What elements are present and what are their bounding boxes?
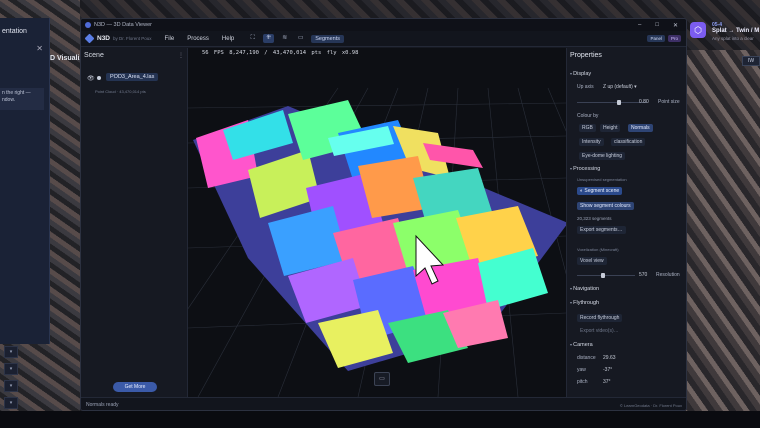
point-size-label: Point size bbox=[658, 99, 680, 105]
menu-file[interactable]: File bbox=[165, 36, 175, 42]
fit-view-icon[interactable]: ⛶ bbox=[247, 34, 258, 43]
background-app-button[interactable]: IW bbox=[742, 56, 760, 66]
app-author: by Dr. Florent Poux bbox=[113, 36, 152, 41]
panel-toggle-icon[interactable]: ▭ bbox=[295, 34, 306, 43]
section-flythrough[interactable]: Flythrough bbox=[570, 300, 599, 306]
presentation-title: entation bbox=[2, 28, 27, 35]
section-navigation[interactable]: Navigation bbox=[570, 286, 599, 292]
menu-help[interactable]: Help bbox=[222, 36, 234, 42]
more-icon[interactable]: ⋮ bbox=[178, 52, 184, 59]
taskbar bbox=[0, 411, 760, 428]
presentation-visual-heading: D Visualiz bbox=[50, 55, 83, 62]
segments-count: 20,323 segments bbox=[577, 216, 612, 221]
properties-title: Properties bbox=[570, 52, 602, 59]
scene-file-item[interactable]: POD3_Area_4.las bbox=[106, 73, 159, 81]
viewport-toggle-button[interactable]: ▭ bbox=[374, 372, 390, 386]
notification-subtitle: Any splat into a clear bbox=[712, 36, 754, 41]
pro-badge[interactable]: Pro bbox=[667, 35, 681, 42]
resolution-knob[interactable] bbox=[601, 273, 606, 278]
surface-mode-icon[interactable]: ≋ bbox=[279, 34, 290, 43]
get-more-button[interactable]: Get More bbox=[113, 382, 157, 392]
desktop-right-backdrop bbox=[686, 50, 760, 428]
window-title: N3D — 3D Data Viewer bbox=[94, 22, 152, 28]
colour-normals-button[interactable]: Normals bbox=[628, 124, 653, 132]
fps-counter: 56 FPS bbox=[202, 50, 224, 56]
up-axis-label: Up axis bbox=[577, 84, 594, 90]
segment-scene-button[interactable]: ◐ Segment scene bbox=[577, 187, 623, 195]
point-size-knob[interactable] bbox=[617, 100, 621, 105]
properties-panel: Properties Display Up axis Z up (default… bbox=[566, 48, 686, 397]
colour-height-button[interactable]: Height bbox=[600, 124, 621, 132]
dock-button[interactable]: ▾ bbox=[4, 380, 18, 392]
copyright: © LearnGeodata · Dr. Florent Poux bbox=[619, 403, 682, 408]
notification-title: Splat → Twin / M bbox=[712, 28, 760, 34]
eye-dome-lighting-toggle[interactable]: Eye-dome lighting bbox=[579, 152, 626, 160]
resolution-value: 570 bbox=[639, 272, 648, 278]
point-counter: 8,247,190 / 43,470,014 pts bbox=[229, 50, 322, 56]
section-display[interactable]: Display bbox=[570, 71, 591, 77]
notification-card[interactable]: ⬡ 05-4 Splat → Twin / M Any splat into a… bbox=[688, 20, 760, 46]
visibility-eye-icon[interactable]: 👁 bbox=[87, 75, 95, 82]
menu-process[interactable]: Process bbox=[187, 36, 209, 42]
voxel-view-toggle[interactable]: Voxel view bbox=[577, 257, 607, 265]
point-cloud-blocks bbox=[193, 100, 566, 371]
scene-panel: Scene ⋮ 👁 POD3_Area_4.las Point Cloud · … bbox=[81, 48, 188, 397]
camera-pitch-value: 37° bbox=[603, 379, 611, 385]
colour-intensity-button[interactable]: Intensity bbox=[579, 138, 604, 146]
colour-by-label: Colour by bbox=[577, 113, 599, 119]
dock-button[interactable]: ▾ bbox=[4, 346, 18, 358]
colour-classification-button[interactable]: classification bbox=[611, 138, 646, 146]
menubar: N3D by Dr. Florent Poux File Process Hel… bbox=[81, 31, 686, 47]
segmentation-subtitle: Unsupervised segmentation bbox=[577, 177, 627, 182]
export-video-button[interactable]: Export video(s)… bbox=[580, 328, 619, 334]
point-size-value: 0.80 bbox=[639, 99, 649, 105]
n3d-logo-icon bbox=[84, 33, 95, 44]
show-segment-colours-toggle[interactable]: Show segment colours bbox=[577, 202, 634, 210]
camera-yaw-label: yaw bbox=[577, 367, 586, 373]
minimize-button[interactable]: – bbox=[638, 22, 641, 29]
window-titlebar[interactable]: N3D — 3D Data Viewer – □ ✕ bbox=[81, 19, 686, 31]
resolution-label: Resolution bbox=[656, 272, 680, 278]
record-flythrough-button[interactable]: Record flythrough bbox=[577, 314, 623, 322]
layer-dot-icon bbox=[97, 76, 101, 80]
voxelization-subtitle: Voxelization (Minecraft) bbox=[577, 247, 619, 252]
chevron-down-icon: ▾ bbox=[634, 84, 637, 90]
segments-toggle[interactable]: Segments bbox=[311, 34, 345, 43]
point-cloud-render[interactable] bbox=[188, 48, 566, 397]
render-stats: 56 FPS 8,247,190 / 43,470,014 pts fly x0… bbox=[202, 50, 358, 56]
section-camera[interactable]: Camera bbox=[570, 342, 593, 348]
camera-pitch-label: pitch bbox=[577, 379, 588, 385]
scene-title: Scene bbox=[84, 52, 104, 59]
3d-viewport[interactable]: 56 FPS 8,247,190 / 43,470,014 pts fly x0… bbox=[188, 48, 566, 397]
section-processing[interactable]: Processing bbox=[570, 166, 600, 172]
close-icon[interactable]: ✕ bbox=[36, 44, 43, 53]
app-name: N3D bbox=[97, 35, 111, 42]
dock-button[interactable]: ▾ bbox=[4, 363, 18, 375]
background-presentation-panel: entation ✕ n the right — ndow. bbox=[0, 18, 50, 344]
camera-distance-value: 29.63 bbox=[603, 355, 616, 361]
app-icon bbox=[85, 22, 91, 28]
maximize-button[interactable]: □ bbox=[655, 22, 659, 29]
scene-file-info: Point Cloud · 43,470,014 pts bbox=[95, 89, 146, 94]
export-segments-button[interactable]: Export segments… bbox=[577, 226, 626, 234]
colour-rgb-button[interactable]: RGB bbox=[579, 124, 596, 132]
n3d-window: N3D — 3D Data Viewer – □ ✕ N3D by Dr. Fl… bbox=[80, 18, 687, 411]
status-message: Normals ready bbox=[86, 402, 119, 408]
cube-icon: ⬡ bbox=[690, 22, 706, 38]
up-axis-value: Z up (default) bbox=[603, 84, 633, 90]
panel-button[interactable]: Panel bbox=[647, 35, 665, 42]
close-button[interactable]: ✕ bbox=[673, 22, 678, 29]
resolution-slider[interactable] bbox=[577, 273, 635, 278]
up-axis-select[interactable]: Z up (default) ▾ bbox=[603, 84, 637, 90]
point-size-slider[interactable] bbox=[577, 100, 647, 105]
camera-yaw-value: -37° bbox=[603, 367, 613, 373]
statusbar: Normals ready © LearnGeodata · Dr. Flore… bbox=[81, 397, 686, 410]
points-mode-icon[interactable]: ⁜ bbox=[263, 34, 275, 43]
navigation-mode: fly x0.98 bbox=[326, 50, 359, 56]
dock-button[interactable]: ▾ bbox=[4, 397, 18, 409]
presentation-callout: n the right — ndow. bbox=[0, 88, 44, 110]
camera-distance-label: distance bbox=[577, 355, 596, 361]
